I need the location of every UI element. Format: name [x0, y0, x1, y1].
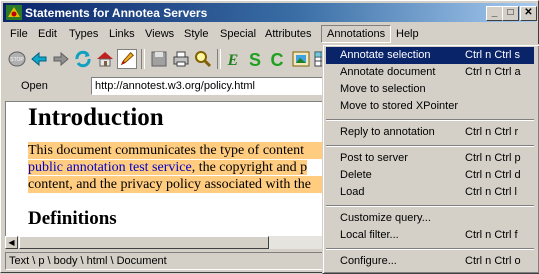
menuitem-annotate-document[interactable]: Annotate document Ctrl n Ctrl a [326, 64, 534, 81]
menuitem-move-to-selection[interactable]: Move to selection [326, 81, 534, 98]
window-title: Statements for Annotea Servers [25, 6, 208, 20]
paragraph-text: , the copyright and p [191, 160, 308, 175]
menu-attributes[interactable]: Attributes [260, 26, 316, 42]
horizontal-scrollbar[interactable]: ◀ [5, 236, 323, 249]
stop-icon[interactable]: STOP [7, 49, 27, 69]
reload-icon[interactable] [73, 49, 93, 69]
app-window: Statements for Annotea Servers _ □ ✕ Fil… [0, 0, 539, 274]
menuitem-local-filter[interactable]: Local filter... Ctrl n Ctrl f [326, 227, 534, 244]
amaya-app-icon [6, 5, 22, 20]
svg-text:E: E [227, 52, 239, 69]
svg-text:S: S [249, 50, 261, 69]
menu-edit[interactable]: Edit [33, 26, 62, 42]
maximize-button[interactable]: □ [502, 6, 519, 21]
print-icon[interactable] [171, 49, 191, 69]
annotations-menu: Annotate selection Ctrl n Ctrl s Annotate… [322, 44, 539, 274]
code-icon[interactable]: C [267, 49, 287, 69]
menu-links[interactable]: Links [104, 26, 140, 42]
back-arrow-icon[interactable] [29, 49, 49, 69]
menuitem-delete[interactable]: Delete Ctrl n Ctrl d [326, 167, 534, 184]
save-icon[interactable] [149, 49, 169, 69]
toolbar-separator [217, 49, 221, 69]
menu-separator [326, 145, 534, 147]
url-input[interactable]: http://annotest.w3.org/policy.html [91, 77, 329, 95]
menu-separator [326, 119, 534, 121]
strong-icon[interactable]: S [245, 49, 265, 69]
menuitem-post-to-server[interactable]: Post to server Ctrl n Ctrl p [326, 150, 534, 167]
find-icon[interactable] [193, 49, 213, 69]
menu-special[interactable]: Special [215, 26, 261, 42]
menu-types[interactable]: Types [64, 26, 103, 42]
address-label: Open [21, 80, 48, 92]
menu-views[interactable]: Views [140, 26, 179, 42]
close-button[interactable]: ✕ [520, 6, 537, 21]
image-icon[interactable] [291, 49, 311, 69]
menu-bar: File Edit Types Links Views Style Specia… [3, 24, 536, 44]
menu-annotations[interactable]: Annotations [321, 25, 392, 43]
title-bar: Statements for Annotea Servers _ □ ✕ [3, 3, 537, 22]
menuitem-annotate-selection[interactable]: Annotate selection Ctrl n Ctrl s [326, 47, 534, 64]
menu-separator [326, 205, 534, 207]
menuitem-configure[interactable]: Configure... Ctrl n Ctrl o [326, 253, 534, 270]
menuitem-reply-to-annotation[interactable]: Reply to annotation Ctrl n Ctrl r [326, 124, 534, 141]
paragraph-line: content, and the privacy policy associat… [28, 176, 322, 193]
menuitem-load[interactable]: Load Ctrl n Ctrl l [326, 184, 534, 201]
menuitem-customize-query[interactable]: Customize query... [326, 210, 534, 227]
menuitem-move-to-xpointer[interactable]: Move to stored XPointer [326, 98, 534, 115]
minimize-button[interactable]: _ [486, 6, 503, 21]
document-heading: Introduction [28, 104, 164, 131]
menu-separator [326, 248, 534, 250]
toolbar-separator [141, 49, 145, 69]
menu-file[interactable]: File [5, 26, 33, 42]
paragraph-line: This document communicates the type of c… [28, 142, 322, 159]
svg-text:C: C [271, 50, 284, 69]
scroll-left-icon[interactable]: ◀ [5, 236, 18, 249]
menu-style[interactable]: Style [179, 26, 213, 42]
annotation-test-service-link[interactable]: public annotation test service [28, 160, 192, 175]
home-icon[interactable] [95, 49, 115, 69]
status-bar: Text \ p \ body \ html \ Document [5, 252, 326, 270]
document-view[interactable]: Introduction This document communicates … [5, 101, 323, 237]
edit-pencil-icon[interactable] [117, 49, 137, 69]
svg-text:STOP: STOP [10, 57, 24, 63]
scroll-thumb[interactable] [19, 236, 269, 249]
document-paragraph: This document communicates the type of c… [28, 142, 322, 193]
forward-arrow-icon[interactable] [51, 49, 71, 69]
document-subheading: Definitions [28, 208, 117, 229]
emphasis-icon[interactable]: E [223, 49, 243, 69]
menu-help[interactable]: Help [391, 26, 424, 42]
